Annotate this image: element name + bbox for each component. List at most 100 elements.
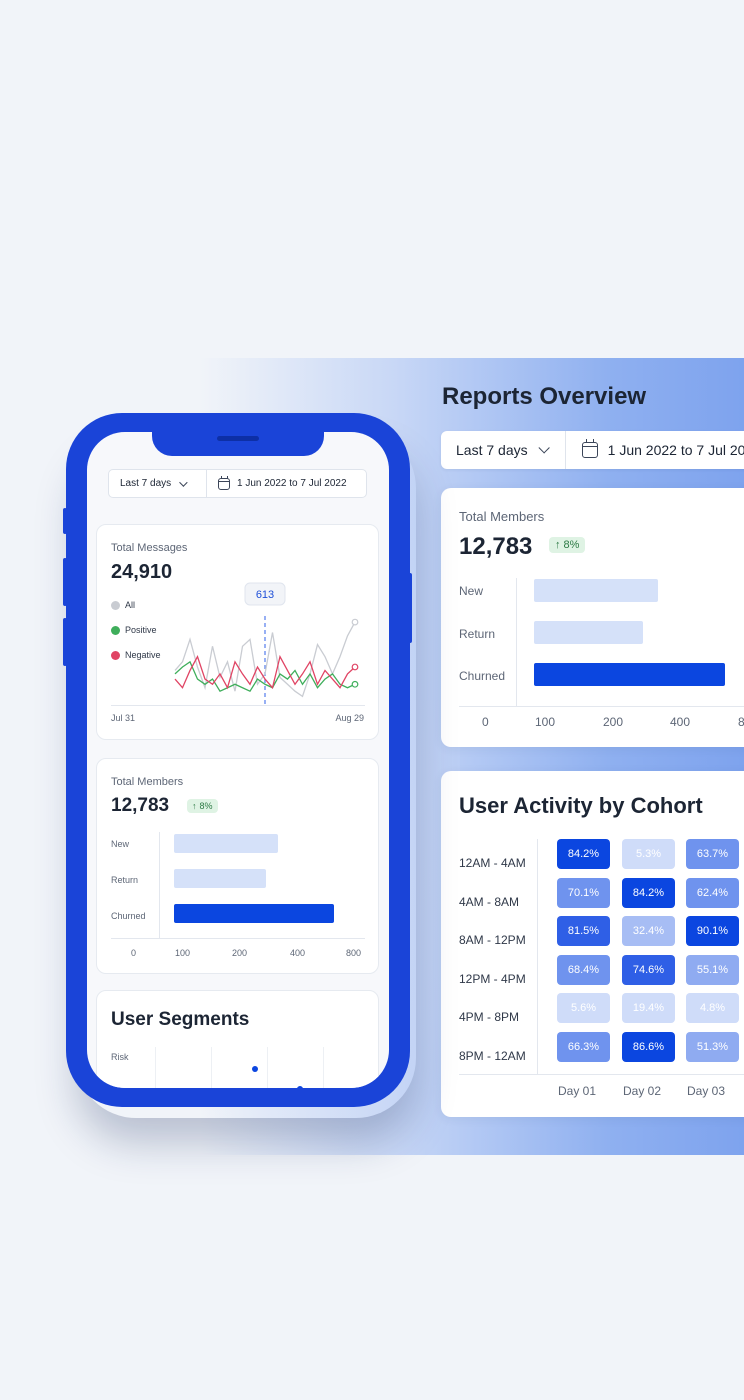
tick-2: 200: [603, 715, 624, 729]
row-label-return: Return: [459, 627, 496, 641]
segment-row-label: Risk: [111, 1052, 129, 1062]
tick-1: 100: [535, 715, 556, 729]
cohort-cell[interactable]: 19.4%: [622, 993, 675, 1024]
cohort-cell[interactable]: 68.4%: [557, 954, 610, 985]
arrow-up-icon: ↑: [555, 539, 561, 551]
row-label-churned: Churned: [111, 911, 146, 921]
grid-line: [155, 1047, 156, 1088]
tooltip-value: 613: [256, 589, 274, 601]
chevron-down-icon: [179, 477, 188, 487]
tick-4: 800: [346, 948, 362, 958]
row-label-churned: Churned: [459, 669, 506, 683]
bar-return[interactable]: [174, 869, 266, 888]
baseline: [111, 938, 365, 939]
cohort-cell[interactable]: 66.3%: [557, 1032, 610, 1062]
cohort-cell[interactable]: 55.1%: [686, 954, 739, 985]
bar-new[interactable]: [174, 834, 278, 853]
cohort-card: User Activity by Cohort 12AM - 4AM 84.2% 5…: [441, 771, 744, 1117]
legend-label: Negative: [125, 650, 161, 660]
segment-point[interactable]: [297, 1086, 303, 1088]
chevron-down-icon: [538, 442, 550, 454]
x-axis-line: [111, 705, 365, 706]
growth-value: 8%: [563, 539, 580, 551]
members-card: Total Members 12,783 ↑ 8% New Return Chu…: [441, 488, 744, 747]
messages-value: 24,910: [111, 561, 173, 583]
messages-card: Total Messages 24,910 All Positive Negat…: [96, 524, 379, 740]
cohort-cell[interactable]: 62.4%: [686, 877, 739, 908]
series-endpoint: [351, 680, 359, 688]
phone-range-label: Last 7 days: [120, 478, 172, 489]
cohort-cell[interactable]: 86.6%: [622, 1032, 675, 1062]
phone-members-label: Total Members: [111, 776, 184, 788]
grid-line: [267, 1047, 268, 1088]
cohort-cell[interactable]: 4.8%: [686, 993, 739, 1024]
messages-line-chart[interactable]: 613: [173, 580, 365, 710]
segments-card: User Segments Risk: [96, 990, 379, 1088]
tick-2: 200: [232, 948, 248, 958]
power-button: [408, 573, 412, 643]
cohort-cell[interactable]: 32.4%: [622, 916, 675, 947]
cohort-cell[interactable]: 5.3%: [622, 839, 675, 869]
cohort-cell[interactable]: 63.7%: [686, 839, 739, 869]
calendar-icon: [581, 439, 598, 458]
range-dropdown[interactable]: Last 7 days: [441, 431, 566, 469]
legend-label: All: [125, 600, 136, 610]
cohort-cell[interactable]: 81.5%: [557, 916, 610, 947]
cohort-title: User Activity by Cohort: [459, 793, 703, 818]
phone-date-filter: Last 7 days 1 Jun 2022 to 7 Jul 2022: [108, 469, 367, 498]
cohort-row-label: 8PM - 12AM: [459, 1049, 526, 1063]
range-label: Last 7 days: [456, 442, 528, 458]
legend-negative: Negative: [111, 650, 161, 660]
members-value: 12,783: [459, 533, 533, 560]
grid-line: [323, 1047, 324, 1088]
legend-label: Positive: [125, 625, 157, 635]
cohort-cell[interactable]: 51.3%: [686, 1032, 739, 1062]
axis-line: [537, 839, 538, 1075]
bar-return[interactable]: [534, 621, 643, 644]
legend-all: All: [111, 600, 135, 610]
reports-title: Reports Overview: [442, 383, 647, 410]
tick-0: 0: [482, 715, 489, 729]
series-endpoint: [351, 663, 359, 671]
baseline: [459, 1074, 744, 1075]
dot-icon: [111, 600, 120, 610]
volume-down-button: [63, 618, 67, 666]
x-label-start: Jul 31: [111, 713, 136, 723]
x-label-end: Aug 29: [335, 713, 364, 723]
segment-point[interactable]: [252, 1066, 258, 1072]
tick-4: 800: [738, 715, 744, 729]
cohort-cell[interactable]: 84.2%: [622, 877, 675, 908]
tick-1: 100: [175, 948, 191, 958]
cohort-row-label: 12AM - 4AM: [459, 856, 526, 870]
cohort-cell[interactable]: 5.6%: [557, 993, 610, 1024]
cohort-cell[interactable]: 84.2%: [557, 839, 610, 869]
cohort-row-label: 12PM - 4PM: [459, 971, 526, 986]
date-picker[interactable]: 1 Jun 2022 to 7 Jul 2022: [566, 439, 744, 458]
cohort-day-label: Day 01: [558, 1084, 597, 1098]
phone-screen: Last 7 days 1 Jun 2022 to 7 Jul 2022 Tot…: [87, 432, 389, 1088]
phone-growth-badge: ↑ 8%: [187, 799, 218, 813]
volume-up-button: [63, 558, 67, 606]
baseline: [459, 706, 744, 707]
tick-0: 0: [131, 948, 137, 958]
cohort-day-label: Day 03: [687, 1084, 726, 1098]
phone-range-dropdown[interactable]: Last 7 days: [109, 470, 207, 497]
cohort-cell[interactable]: 74.6%: [622, 954, 675, 985]
cohort-cell[interactable]: 70.1%: [557, 877, 610, 908]
date-range-label: 1 Jun 2022 to 7 Jul 2022: [607, 442, 744, 458]
phone-date-picker[interactable]: 1 Jun 2022 to 7 Jul 2022: [207, 475, 347, 490]
bar-new[interactable]: [534, 579, 658, 602]
row-label-new: New: [111, 839, 130, 849]
phone-date-label: 1 Jun 2022 to 7 Jul 2022: [237, 478, 347, 489]
tick-3: 400: [290, 948, 306, 958]
bar-churned[interactable]: [534, 663, 725, 686]
cohort-row-label: 4AM - 8AM: [459, 894, 520, 909]
dot-icon: [111, 625, 120, 635]
cohort-cell[interactable]: 90.1%: [686, 916, 739, 947]
grid-line: [211, 1047, 212, 1088]
bar-churned[interactable]: [174, 904, 334, 923]
phone-members-card: Total Members 12,783 ↑ 8% New Return Chu…: [96, 758, 379, 974]
chart-tooltip: 613: [244, 582, 286, 606]
phone-notch: [152, 432, 324, 456]
legend-positive: Positive: [111, 625, 157, 635]
